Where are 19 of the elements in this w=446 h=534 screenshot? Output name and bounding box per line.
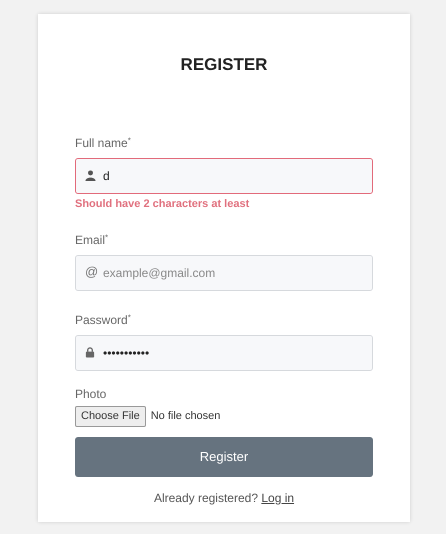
input-field[interactable]: d	[75, 158, 373, 194]
required-mark: *	[128, 313, 131, 322]
file-status: No file chosen	[150, 409, 220, 424]
field-label: Email	[75, 233, 106, 247]
error-message: Should have 2 characters at least	[75, 196, 250, 212]
login-link[interactable]: Log in	[261, 490, 294, 504]
choose-file-button[interactable]: Choose File	[75, 406, 146, 426]
user-icon	[85, 170, 96, 180]
input-field[interactable]: •••••••••••	[75, 335, 373, 371]
lock-icon	[85, 347, 95, 358]
field-label: Full name	[75, 136, 128, 150]
at-icon: @	[85, 265, 98, 278]
form-title: REGISTER	[180, 54, 268, 76]
field-label: Photo	[75, 387, 106, 401]
register-button[interactable]: Register	[75, 436, 373, 476]
required-mark: *	[105, 233, 108, 242]
required-mark: *	[128, 136, 131, 144]
field-label: Password	[75, 313, 128, 327]
footer-text: Already registered?	[154, 490, 258, 504]
